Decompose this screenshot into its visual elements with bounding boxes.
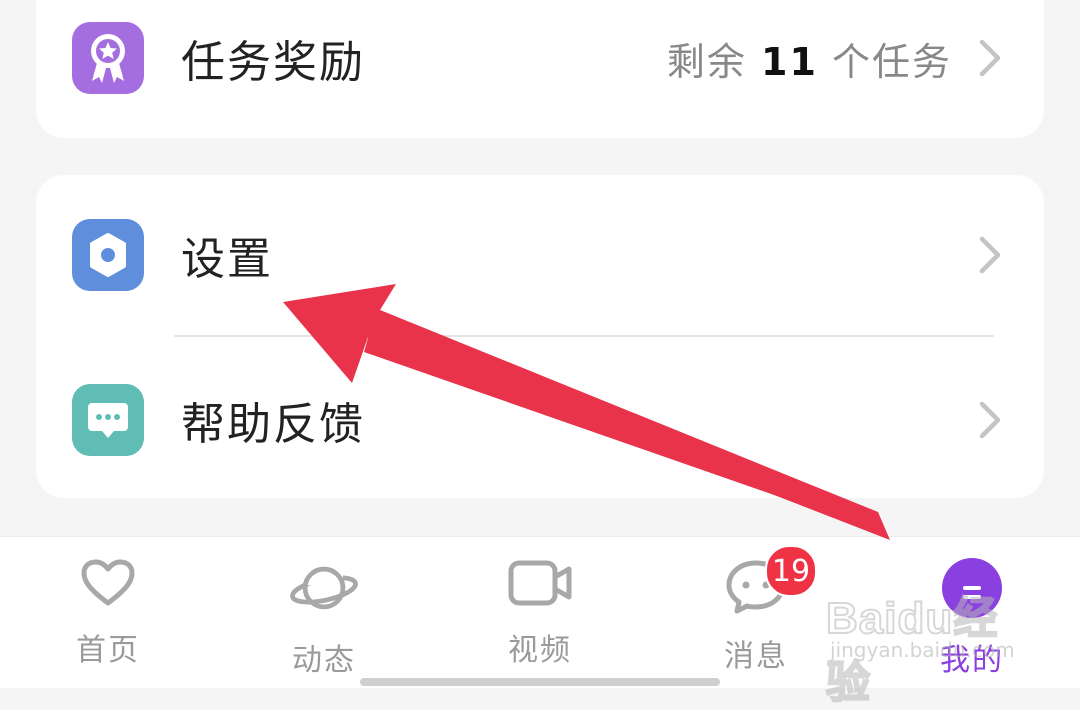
gear-icon (72, 219, 144, 291)
ribbon-star-icon (72, 22, 144, 94)
chevron-right-icon (979, 39, 1001, 77)
settings-label: 设置 (181, 234, 273, 285)
chevron-right-icon (979, 401, 1001, 439)
watermark-url: jingyan.baidu.com (830, 638, 1015, 662)
help-feedback-label: 帮助反馈 (181, 399, 365, 450)
tab-home[interactable]: 首页 (38, 557, 178, 668)
baidu-watermark: Baidu经验 jingyan.baidu.com (825, 566, 1026, 708)
tab-video[interactable]: 视频 (470, 557, 610, 668)
settings-card: 设置 帮助反馈 (36, 175, 1044, 498)
tab-messages-label: 消息 (724, 639, 788, 674)
home-indicator[interactable] (360, 678, 720, 686)
task-reward-label: 任务奖励 (181, 37, 365, 88)
chevron-right-icon (979, 236, 1001, 274)
tab-feed[interactable]: 动态 (254, 557, 394, 678)
chat-bubble-icon (72, 384, 144, 456)
tab-feed-label: 动态 (292, 643, 356, 678)
row-divider (174, 335, 994, 337)
settings-row[interactable]: 设置 (36, 205, 1044, 305)
chat-face-icon: 19 (721, 545, 817, 615)
task-reward-card: 任务奖励 剩余 11 个任务 (36, 0, 1044, 138)
tab-video-label: 视频 (508, 633, 572, 668)
task-remaining-count: 11 (761, 39, 818, 84)
help-feedback-row[interactable]: 帮助反馈 (36, 370, 1044, 470)
video-camera-icon (505, 557, 575, 609)
unread-badge: 19 (765, 545, 817, 597)
heart-icon (73, 557, 143, 609)
task-remaining-text: 剩余 11 个任务 (666, 39, 952, 84)
tab-home-label: 首页 (76, 633, 140, 668)
task-reward-row[interactable]: 任务奖励 剩余 11 个任务 (36, 8, 1044, 108)
planet-icon (289, 557, 359, 619)
tab-messages[interactable]: 19 消息 (686, 545, 826, 674)
